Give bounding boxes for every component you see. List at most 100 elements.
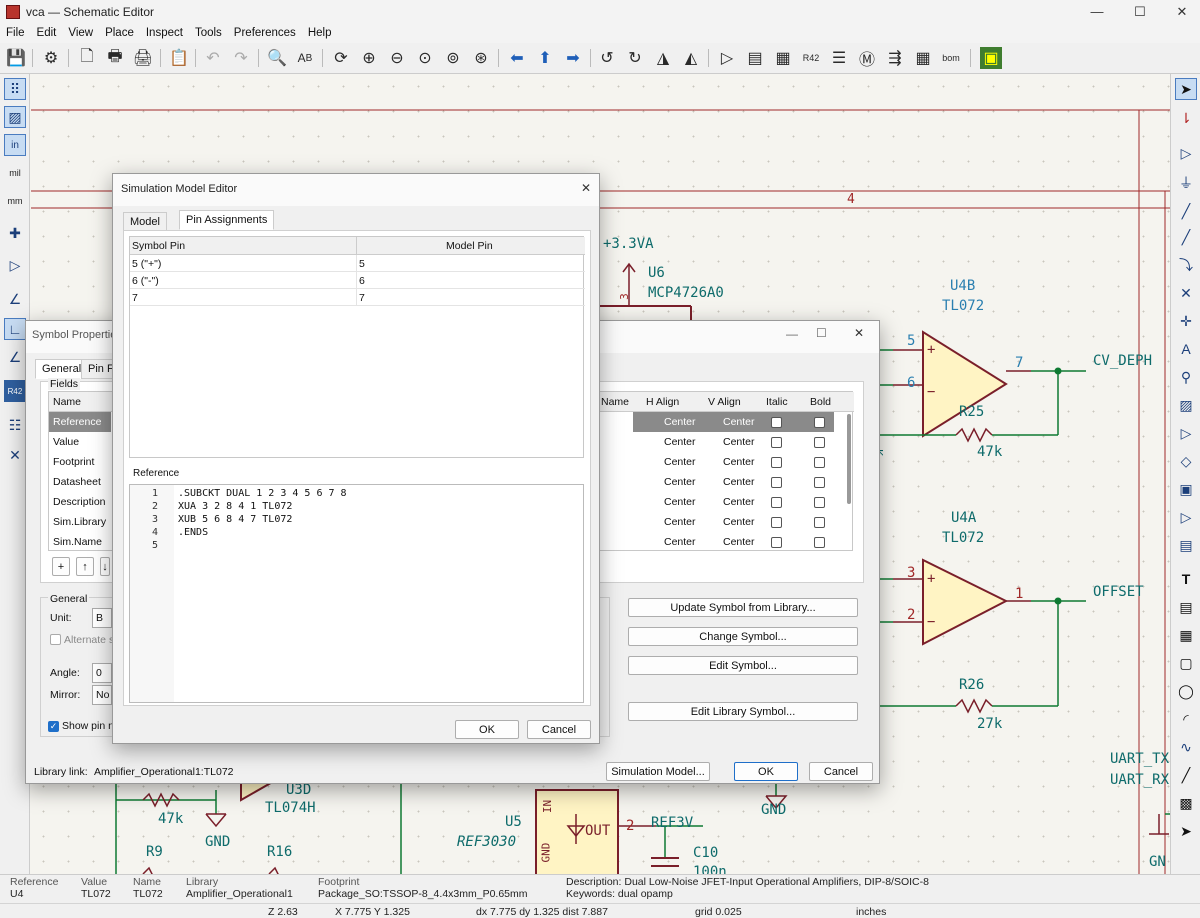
pin-row-symbol-pin[interactable]: 7 [132,292,138,304]
line-mode-90-icon[interactable]: ∟ [4,318,26,340]
u4b-value[interactable]: TL072 [942,298,984,314]
update-symbol-button[interactable]: Update Symbol from Library... [628,598,858,617]
zoom-out-icon[interactable]: ⊖ [386,47,408,69]
symbol-props-close[interactable]: ✕ [854,326,864,340]
menu-preferences[interactable]: Preferences [228,24,302,43]
pin-row-model-pin[interactable]: 6 [359,275,365,287]
field-bold-checkbox[interactable] [814,497,825,508]
hier-label-icon[interactable]: ◇ [1175,450,1197,472]
zoom-in-icon[interactable]: ⊕ [358,47,380,69]
field-halign-cell[interactable]: Center [664,456,696,468]
edit-library-symbol-button[interactable]: Edit Library Symbol... [628,702,858,721]
line-icon[interactable]: ╱ [1175,764,1197,786]
close-button[interactable]: ✕ [1172,4,1192,20]
net-class-icon[interactable]: ⚲ [1175,366,1197,388]
sim-editor-ok-button[interactable]: OK [455,720,519,739]
rotate-ccw-icon[interactable]: ↺ [596,47,618,69]
pin-row-symbol-pin[interactable]: 6 ("-") [132,275,159,287]
footprint-assign-icon[interactable]: ▦ [772,47,794,69]
bezier-icon[interactable]: ∿ [1175,736,1197,758]
hierarchy-icon[interactable]: ☷ [4,414,26,436]
add-wire-icon[interactable]: ╱ [1175,200,1197,222]
symbol-props-ok-button[interactable]: OK [734,762,798,781]
refresh-icon[interactable]: ⟳ [330,47,352,69]
pcb-editor-icon[interactable]: ▣ [980,47,1002,69]
field-row-sim-name[interactable]: Sim.Name [53,536,102,548]
field-bold-checkbox[interactable] [814,537,825,548]
symbol-props-minimize[interactable]: — [786,327,798,341]
field-italic-checkbox[interactable] [771,457,782,468]
unit-select[interactable]: B [92,608,112,628]
print-icon[interactable]: 🖶 [104,47,126,69]
edit-symbol-button[interactable]: Edit Symbol... [628,656,858,675]
field-bold-checkbox[interactable] [814,417,825,428]
undo-icon[interactable]: ↶ [202,47,224,69]
add-text-icon[interactable]: T [1175,568,1197,590]
annotate-icon[interactable]: R42 [800,47,822,69]
label-icon[interactable]: A [1175,338,1197,360]
reference-code-editor[interactable]: 1 .SUBCKT DUAL 1 2 3 4 5 6 7 8 2 XUA 3 2 8 … [129,484,584,703]
plot-icon[interactable]: 🖨 [132,47,154,69]
bom-icon[interactable]: bom [940,47,962,69]
field-halign-cell[interactable]: Center [664,476,696,488]
find-icon[interactable]: 🔍 [266,47,288,69]
navigate-up-icon[interactable]: ⬆ [534,47,556,69]
menu-edit[interactable]: Edit [31,24,63,43]
save-icon[interactable]: 💾 [5,47,27,69]
field-row-description[interactable]: Description [53,496,106,508]
field-halign-cell[interactable]: Center [664,416,696,428]
find-replace-icon[interactable]: AB [294,47,316,69]
tab-pin-assignments[interactable]: Pin Assignments [179,210,275,230]
zoom-fit-icon[interactable]: ⊙ [414,47,436,69]
field-valign-cell[interactable]: Center [723,416,755,428]
field-bold-checkbox[interactable] [814,477,825,488]
bom-table-icon[interactable]: ▦ [912,47,934,69]
field-italic-checkbox[interactable] [771,537,782,548]
import-sheet-pin-icon[interactable]: ▤ [1175,534,1197,556]
menu-view[interactable]: View [62,24,99,43]
menu-help[interactable]: Help [302,24,338,43]
text-box-icon[interactable]: ▤ [1175,596,1197,618]
grid-toggle-icon[interactable]: ⠿ [4,78,26,100]
field-row-value[interactable]: Value [53,436,79,448]
pin-assignments-grid[interactable]: Symbol Pin Model Pin 5 ("+") 5 6 ("-") 6 7 7 [129,236,585,458]
no-connect-icon[interactable]: ✕ [1175,282,1197,304]
field-halign-cell[interactable]: Center [664,536,696,548]
menu-place[interactable]: Place [99,24,140,43]
sim-editor-cancel-button[interactable]: Cancel [527,720,591,739]
add-bus-icon[interactable]: ╱ [1175,226,1197,248]
field-row-sim-library[interactable]: Sim.Library [53,516,106,528]
mirror-v-icon[interactable]: ◮ [652,47,674,69]
field-italic-checkbox[interactable] [771,437,782,448]
units-mm-button[interactable]: mm [4,190,26,212]
menu-file[interactable]: File [0,24,31,43]
mirror-select[interactable]: No [92,685,112,705]
sheet-pin-icon[interactable]: ▷ [1175,506,1197,528]
rule-area-icon[interactable]: ▨ [1175,394,1197,416]
field-bold-checkbox[interactable] [814,437,825,448]
annotation-icon[interactable]: R42 [4,380,26,402]
field-valign-cell[interactable]: Center [723,436,755,448]
menu-tools[interactable]: Tools [189,24,228,43]
select-icon[interactable]: ➤ [1175,78,1197,100]
symbol-editor-icon[interactable]: ▷ [716,47,738,69]
alternate-symbol-checkbox[interactable] [50,634,61,645]
properties-icon[interactable]: ✕ [4,444,26,466]
line-mode-free-icon[interactable]: ∠ [4,288,26,310]
field-halign-cell[interactable]: Center [664,516,696,528]
pin-row-model-pin[interactable]: 5 [359,258,365,270]
redo-icon[interactable]: ↷ [230,47,252,69]
page-settings-icon[interactable]: 🗋 [76,47,98,69]
navigate-back-icon[interactable]: ⬅ [506,47,528,69]
line-mode-45-icon[interactable]: ∠ [4,346,26,368]
field-valign-cell[interactable]: Center [723,496,755,508]
global-label-icon[interactable]: ▷ [1175,422,1197,444]
symbol-browser-icon[interactable]: ▤ [744,47,766,69]
cursor-shape-icon[interactable]: ✚ [4,222,26,244]
tab-model[interactable]: Model [123,212,167,232]
field-italic-checkbox[interactable] [771,517,782,528]
highlight-net-icon[interactable]: ⇂ [1175,107,1197,129]
change-symbol-button[interactable]: Change Symbol... [628,627,858,646]
simulator-icon[interactable]: Ⓜ [856,47,878,69]
pin-row-model-pin[interactable]: 7 [359,292,365,304]
